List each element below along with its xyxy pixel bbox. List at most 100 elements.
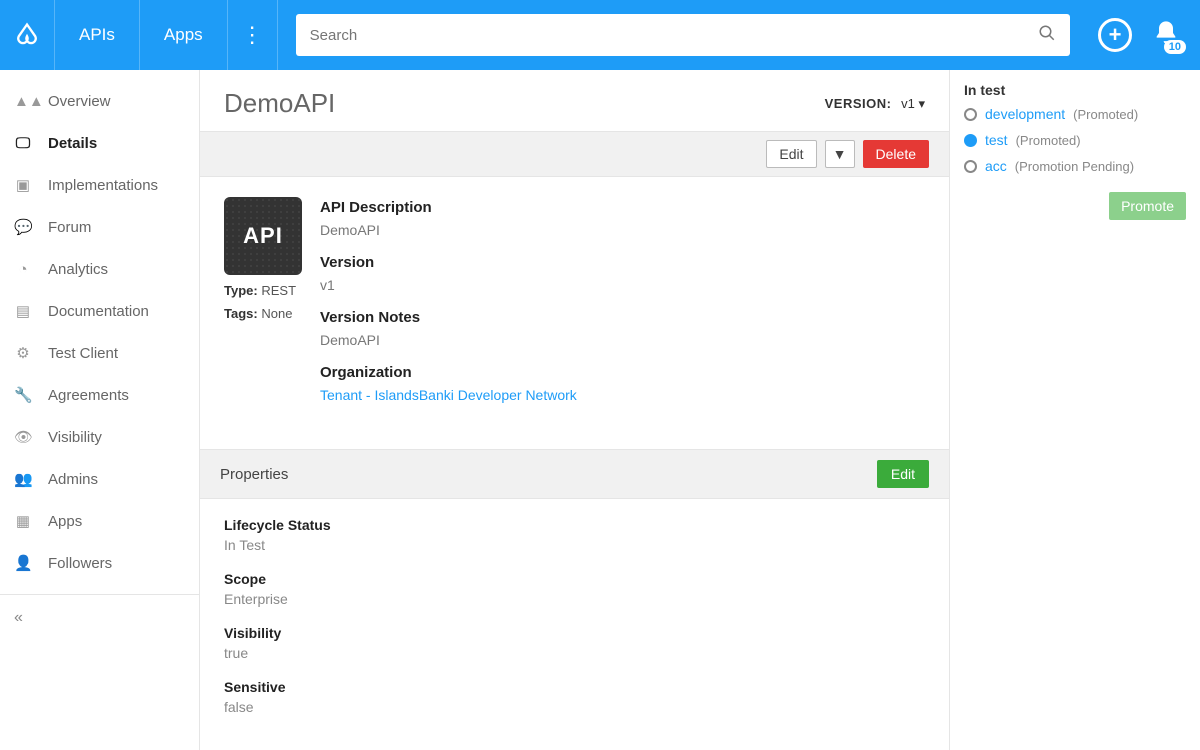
desc-label: API Description [320, 199, 925, 216]
prop-value: Enterprise [224, 591, 925, 607]
version-value2: v1 [320, 277, 925, 293]
sidebar-item-label: Agreements [48, 387, 129, 404]
properties-header: Properties Edit [200, 449, 949, 499]
prop-value: In Test [224, 537, 925, 553]
sidebar-item-label: Analytics [48, 261, 108, 278]
version-label: VERSION: [825, 96, 892, 111]
notes-label: Version Notes [320, 309, 925, 326]
env-name: test [985, 132, 1008, 148]
top-icons: + 10 [1088, 18, 1200, 52]
sidebar-item-visibility[interactable]: 👁 Visibility [0, 416, 199, 458]
sidebar-item-details[interactable]: 🖵Details [0, 122, 199, 164]
notes-value: DemoAPI [320, 332, 925, 348]
more-menu-icon[interactable]: ⋮ [228, 0, 278, 70]
env-status: (Promoted) [1016, 133, 1081, 148]
version-label2: Version [320, 254, 925, 271]
tile-tags: Tags: None [224, 306, 302, 321]
env-status: (Promoted) [1073, 107, 1138, 122]
grid-icon: ▦ [14, 512, 32, 530]
dashboard-icon: ◔ [14, 261, 32, 278]
nav-apps[interactable]: Apps [140, 0, 228, 70]
org-label: Organization [320, 364, 925, 381]
env-acc[interactable]: acc (Promotion Pending) [964, 158, 1186, 174]
search-icon[interactable] [1038, 24, 1056, 47]
properties-body: Lifecycle Status In Test Scope Enterpris… [200, 499, 949, 750]
search-wrap [278, 14, 1088, 56]
top-bar: APIs Apps ⋮ + 10 [0, 0, 1200, 70]
env-status: (Promotion Pending) [1015, 159, 1134, 174]
page-title: DemoAPI [224, 88, 335, 118]
prop-value: true [224, 645, 925, 661]
nav-apis[interactable]: APIs [55, 0, 140, 70]
properties-edit-button[interactable]: Edit [877, 460, 929, 488]
detail-column: API Description DemoAPI Version v1 Versi… [320, 197, 925, 419]
sidebar-divider [0, 594, 199, 595]
sidebar-item-label: Forum [48, 219, 91, 236]
env-test[interactable]: test (Promoted) [964, 132, 1186, 148]
sidebar-item-followers[interactable]: 👤 Followers [0, 542, 199, 584]
edit-button[interactable]: Edit [766, 140, 816, 168]
details-card: API Type: REST Tags: None API Descriptio… [200, 177, 949, 449]
radio-icon [964, 160, 977, 173]
radio-icon [964, 108, 977, 121]
env-name: acc [985, 158, 1007, 174]
triangle-down-icon: ▼ [833, 146, 847, 162]
sidebar-item-implementations[interactable]: ▣Implementations [0, 164, 199, 206]
env-name: development [985, 106, 1065, 122]
chat-icon: 💬 [14, 218, 32, 236]
prop-label: Visibility [224, 625, 925, 641]
sidebar-item-label: Documentation [48, 303, 149, 320]
main-content: DemoAPI VERSION: v1 ▾ Edit ▼ Delete API … [200, 70, 950, 750]
sidebar-item-overview[interactable]: ▲▲ Overview [0, 80, 199, 122]
add-button[interactable]: + [1098, 18, 1132, 52]
user-icon: 👤 [14, 554, 32, 572]
sidebar-collapse[interactable]: « [0, 601, 199, 635]
org-link[interactable]: Tenant - IslandsBanki Developer Network [320, 387, 577, 403]
notifications-button[interactable]: 10 [1152, 19, 1180, 52]
sidebar-item-forum[interactable]: 💬 Forum [0, 206, 199, 248]
search-box[interactable] [296, 14, 1070, 56]
sidebar-item-admins[interactable]: 👥 Admins [0, 458, 199, 500]
notification-count: 10 [1164, 40, 1186, 54]
sidebar-item-agreements[interactable]: 🔧Agreements [0, 374, 199, 416]
sidebar-item-label: Visibility [48, 429, 102, 446]
action-bar: Edit ▼ Delete [200, 131, 949, 177]
promote-button[interactable]: Promote [1109, 192, 1186, 220]
api-tile: API [224, 197, 302, 275]
dropdown-button[interactable]: ▼ [825, 140, 855, 168]
sidebar-item-label: Apps [48, 513, 82, 530]
prop-label: Scope [224, 571, 925, 587]
sidebar: ▲▲ Overview 🖵Details ▣Implementations 💬 Fo… [0, 70, 200, 750]
tile-type: Type: REST [224, 283, 302, 298]
desc-value: DemoAPI [320, 222, 925, 238]
version-value: v1 [901, 96, 915, 111]
search-input[interactable] [310, 27, 1038, 44]
monitor-icon: 🖵 [14, 135, 32, 152]
binoculars-icon: ▲▲ [14, 93, 32, 110]
sidebar-item-label: Overview [48, 93, 111, 110]
env-development[interactable]: development (Promoted) [964, 106, 1186, 122]
prop-label: Sensitive [224, 679, 925, 695]
logo[interactable] [0, 0, 55, 70]
properties-title: Properties [220, 466, 288, 483]
delete-button[interactable]: Delete [863, 140, 929, 168]
version-selector[interactable]: VERSION: v1 ▾ [825, 96, 925, 112]
cogs-icon: ⚙ [14, 344, 32, 362]
prop-label: Lifecycle Status [224, 517, 925, 533]
sidebar-item-documentation[interactable]: ▤ Documentation [0, 290, 199, 332]
users-icon: 👥 [14, 470, 32, 488]
radio-icon [964, 134, 977, 147]
sidebar-item-test-client[interactable]: ⚙ Test Client [0, 332, 199, 374]
chevron-left-icon: « [14, 609, 23, 626]
sidebar-item-apps[interactable]: ▦ Apps [0, 500, 199, 542]
sidebar-item-label: Admins [48, 471, 98, 488]
sidebar-item-analytics[interactable]: ◔ Analytics [0, 248, 199, 290]
prop-value: false [224, 699, 925, 715]
tile-column: API Type: REST Tags: None [224, 197, 302, 419]
right-rail: In test development (Promoted) test (Pro… [950, 70, 1200, 750]
chevron-down-icon: ▾ [918, 96, 925, 111]
sidebar-item-label: Followers [48, 555, 112, 572]
document-icon: ▤ [14, 302, 32, 320]
eye-icon: 👁 [14, 428, 32, 446]
sidebar-item-label: Test Client [48, 345, 118, 362]
